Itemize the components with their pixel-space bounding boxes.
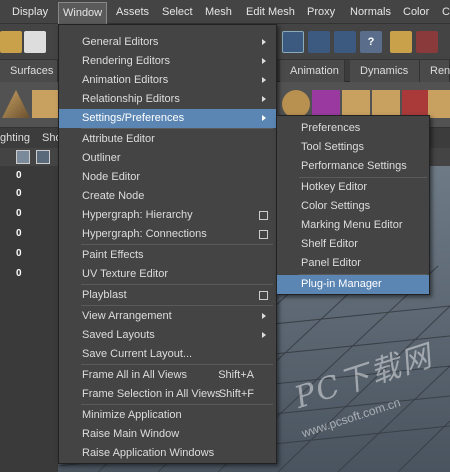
submenu-arrow-icon	[262, 332, 266, 338]
menu-item-uv-texture-editor[interactable]: UV Texture Editor	[59, 265, 276, 284]
menu-item-rendering-editors[interactable]: Rendering Editors	[59, 52, 276, 71]
menu-item-general-editors[interactable]: General Editors	[59, 33, 276, 52]
wireframe-icon[interactable]	[16, 150, 30, 164]
tab-surfaces[interactable]: Surfaces	[0, 60, 58, 82]
submenu-item-plugin-manager[interactable]: Plug-in Manager	[277, 275, 429, 294]
menu-item-hypergraph-connections[interactable]: Hypergraph: Connections	[59, 225, 276, 244]
paint-icon[interactable]	[372, 90, 400, 118]
submenu-arrow-icon	[262, 39, 266, 45]
submenu-item-color-settings[interactable]: Color Settings	[277, 197, 429, 216]
menu-item-hypergraph-hierarchy[interactable]: Hypergraph: Hierarchy	[59, 206, 276, 225]
menu-item-create-node[interactable]: Create Node	[59, 187, 276, 206]
snap-surface-icon[interactable]	[334, 31, 356, 53]
channel-value: 0	[16, 248, 22, 259]
menu-separator	[81, 284, 273, 285]
menu-item-attribute-editor[interactable]: Attribute Editor	[59, 130, 276, 149]
help-icon[interactable]: ?	[360, 31, 382, 53]
option-box-icon[interactable]	[259, 230, 268, 239]
channel-value: 0	[16, 170, 22, 181]
menu-item-playblast[interactable]: Playblast	[59, 286, 276, 305]
channel-value: 0	[16, 268, 22, 279]
menu-separator	[81, 305, 273, 306]
menu-more[interactable]: C	[438, 0, 450, 24]
submenu-item-performance-settings[interactable]: Performance Settings	[277, 157, 429, 176]
submenu-item-hotkey-editor[interactable]: Hotkey Editor	[277, 178, 429, 197]
menu-item-view-arrangement[interactable]: View Arrangement	[59, 307, 276, 326]
menu-item-animation-editors[interactable]: Animation Editors	[59, 71, 276, 90]
plane-icon[interactable]	[32, 90, 60, 118]
menu-select[interactable]: Select	[158, 0, 197, 24]
texture-icon[interactable]	[428, 90, 450, 118]
menu-color[interactable]: Color	[399, 0, 433, 24]
render-icon[interactable]	[402, 90, 430, 118]
menu-item-outliner[interactable]: Outliner	[59, 149, 276, 168]
save-icon[interactable]	[24, 31, 46, 53]
submenu-item-panel-editor[interactable]: Panel Editor	[277, 254, 429, 273]
channel-value: 0	[16, 228, 22, 239]
channel-value: 0	[16, 188, 22, 199]
channel-box: 0 0 0 0 0 0	[0, 166, 58, 472]
menu-item-relationship-editors[interactable]: Relationship Editors	[59, 90, 276, 109]
menu-separator	[81, 244, 273, 245]
uv-plane-icon[interactable]	[342, 90, 370, 118]
menu-proxy[interactable]: Proxy	[303, 0, 339, 24]
menu-item-settings-preferences[interactable]: Settings/Preferences	[59, 109, 276, 128]
lock-icon[interactable]	[390, 31, 412, 53]
menu-separator	[81, 128, 273, 129]
menu-item-minimize-application[interactable]: Minimize Application	[59, 406, 276, 425]
cube-icon[interactable]	[312, 90, 340, 118]
option-box-icon[interactable]	[259, 291, 268, 300]
menu-assets[interactable]: Assets	[112, 0, 153, 24]
grid-view-icon[interactable]	[36, 150, 50, 164]
snap-points-icon[interactable]	[308, 31, 330, 53]
submenu-arrow-icon	[262, 115, 266, 121]
channel-value: 0	[16, 208, 22, 219]
menu-mesh[interactable]: Mesh	[201, 0, 236, 24]
submenu-item-tool-settings[interactable]: Tool Settings	[277, 138, 429, 157]
option-box-icon[interactable]	[259, 211, 268, 220]
menu-item-saved-layouts[interactable]: Saved Layouts	[59, 326, 276, 345]
sphere-icon[interactable]	[282, 90, 310, 118]
menu-item-node-editor[interactable]: Node Editor	[59, 168, 276, 187]
submenu-arrow-icon	[262, 77, 266, 83]
submenu-arrow-icon	[262, 96, 266, 102]
submenu-arrow-icon	[262, 313, 266, 319]
lighting-menu[interactable]: ghting	[0, 128, 30, 148]
menu-edit-mesh[interactable]: Edit Mesh	[242, 0, 299, 24]
tab-dynamics[interactable]: Dynamics	[350, 60, 420, 82]
menu-normals[interactable]: Normals	[346, 0, 395, 24]
settings-preferences-submenu: Preferences Tool Settings Performance Se…	[276, 115, 430, 295]
menu-item-frame-selection[interactable]: Frame Selection in All Views Shift+F	[59, 385, 276, 404]
window-menu: General Editors Rendering Editors Animat…	[58, 24, 277, 464]
shortcut-label: Shift+A	[218, 369, 254, 381]
menu-item-frame-all[interactable]: Frame All in All Views Shift+A	[59, 366, 276, 385]
menu-separator	[81, 364, 273, 365]
snap-grid-icon[interactable]	[282, 31, 304, 53]
menu-separator	[81, 404, 273, 405]
menu-item-paint-effects[interactable]: Paint Effects	[59, 246, 276, 265]
submenu-item-marking-menu-editor[interactable]: Marking Menu Editor	[277, 216, 429, 235]
tab-animation[interactable]: Animation	[280, 60, 345, 82]
tab-rendering[interactable]: Ren	[420, 60, 450, 82]
render-region-icon[interactable]	[416, 31, 438, 53]
menu-item-raise-main-window[interactable]: Raise Main Window	[59, 425, 276, 444]
menu-window[interactable]: Window	[58, 2, 108, 24]
open-folder-icon[interactable]	[0, 31, 22, 53]
menu-bar: Display Window Assets Select Mesh Edit M…	[0, 0, 450, 24]
shortcut-label: Shift+F	[218, 388, 254, 400]
submenu-item-preferences[interactable]: Preferences	[277, 119, 429, 138]
submenu-item-shelf-editor[interactable]: Shelf Editor	[277, 235, 429, 254]
submenu-arrow-icon	[262, 58, 266, 64]
menu-item-raise-application-windows[interactable]: Raise Application Windows	[59, 444, 276, 463]
cone-icon[interactable]	[2, 90, 30, 118]
menu-display[interactable]: Display	[8, 0, 52, 24]
menu-item-save-current-layout[interactable]: Save Current Layout...	[59, 345, 276, 364]
